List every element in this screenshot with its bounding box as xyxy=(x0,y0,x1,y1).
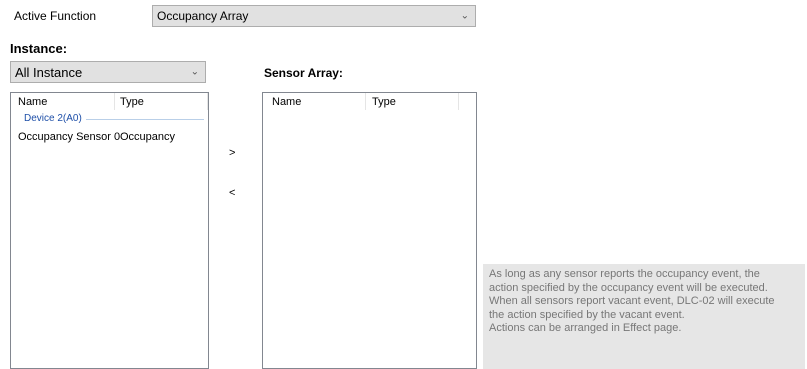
chevron-down-icon: ⌄ xyxy=(460,10,469,22)
instance-heading: Instance: xyxy=(10,41,68,56)
help-note-line: As long as any sensor reports the occupa… xyxy=(489,268,760,280)
active-function-value: Occupancy Array xyxy=(157,9,249,23)
row-type: Occupancy xyxy=(120,131,176,143)
group-divider xyxy=(86,119,204,120)
sensor-array-list-header: Name Type xyxy=(263,93,476,111)
help-note-line: When all sensors report vacant event, DL… xyxy=(489,295,775,307)
help-note-line: the action specified by the vacant event… xyxy=(489,308,685,321)
instance-list[interactable]: Name Type Device 2(A0) Occupancy Sensor … xyxy=(10,92,209,369)
group-header: Device 2(A0) xyxy=(24,113,82,124)
instance-filter-select[interactable]: All Instance ⌄ xyxy=(10,61,206,83)
help-note: As long as any sensor reports the occupa… xyxy=(483,264,805,369)
column-header-type[interactable]: Type xyxy=(120,96,144,108)
active-function-select[interactable]: Occupancy Array ⌄ xyxy=(152,5,476,27)
sensor-array-list[interactable]: Name Type xyxy=(262,92,477,369)
help-note-line: Actions can be arranged in Effect page. xyxy=(489,322,682,334)
column-header-type[interactable]: Type xyxy=(372,96,396,108)
instance-filter-value: All Instance xyxy=(15,64,83,80)
chevron-down-icon: ⌄ xyxy=(190,66,199,78)
active-function-label: Active Function xyxy=(14,9,97,23)
row-name: Occupancy Sensor 0 xyxy=(18,131,121,143)
help-note-line: action specified by the occupancy event … xyxy=(489,281,768,294)
sensor-array-heading: Sensor Array: xyxy=(264,66,343,80)
column-header-name[interactable]: Name xyxy=(272,96,301,108)
remove-from-sensor-array-button[interactable]: < xyxy=(229,187,235,199)
instance-list-header: Name Type xyxy=(11,93,208,111)
column-header-name[interactable]: Name xyxy=(18,96,47,108)
table-row[interactable]: Occupancy Sensor 0 Occupancy xyxy=(11,130,208,146)
add-to-sensor-array-button[interactable]: > xyxy=(229,147,235,159)
